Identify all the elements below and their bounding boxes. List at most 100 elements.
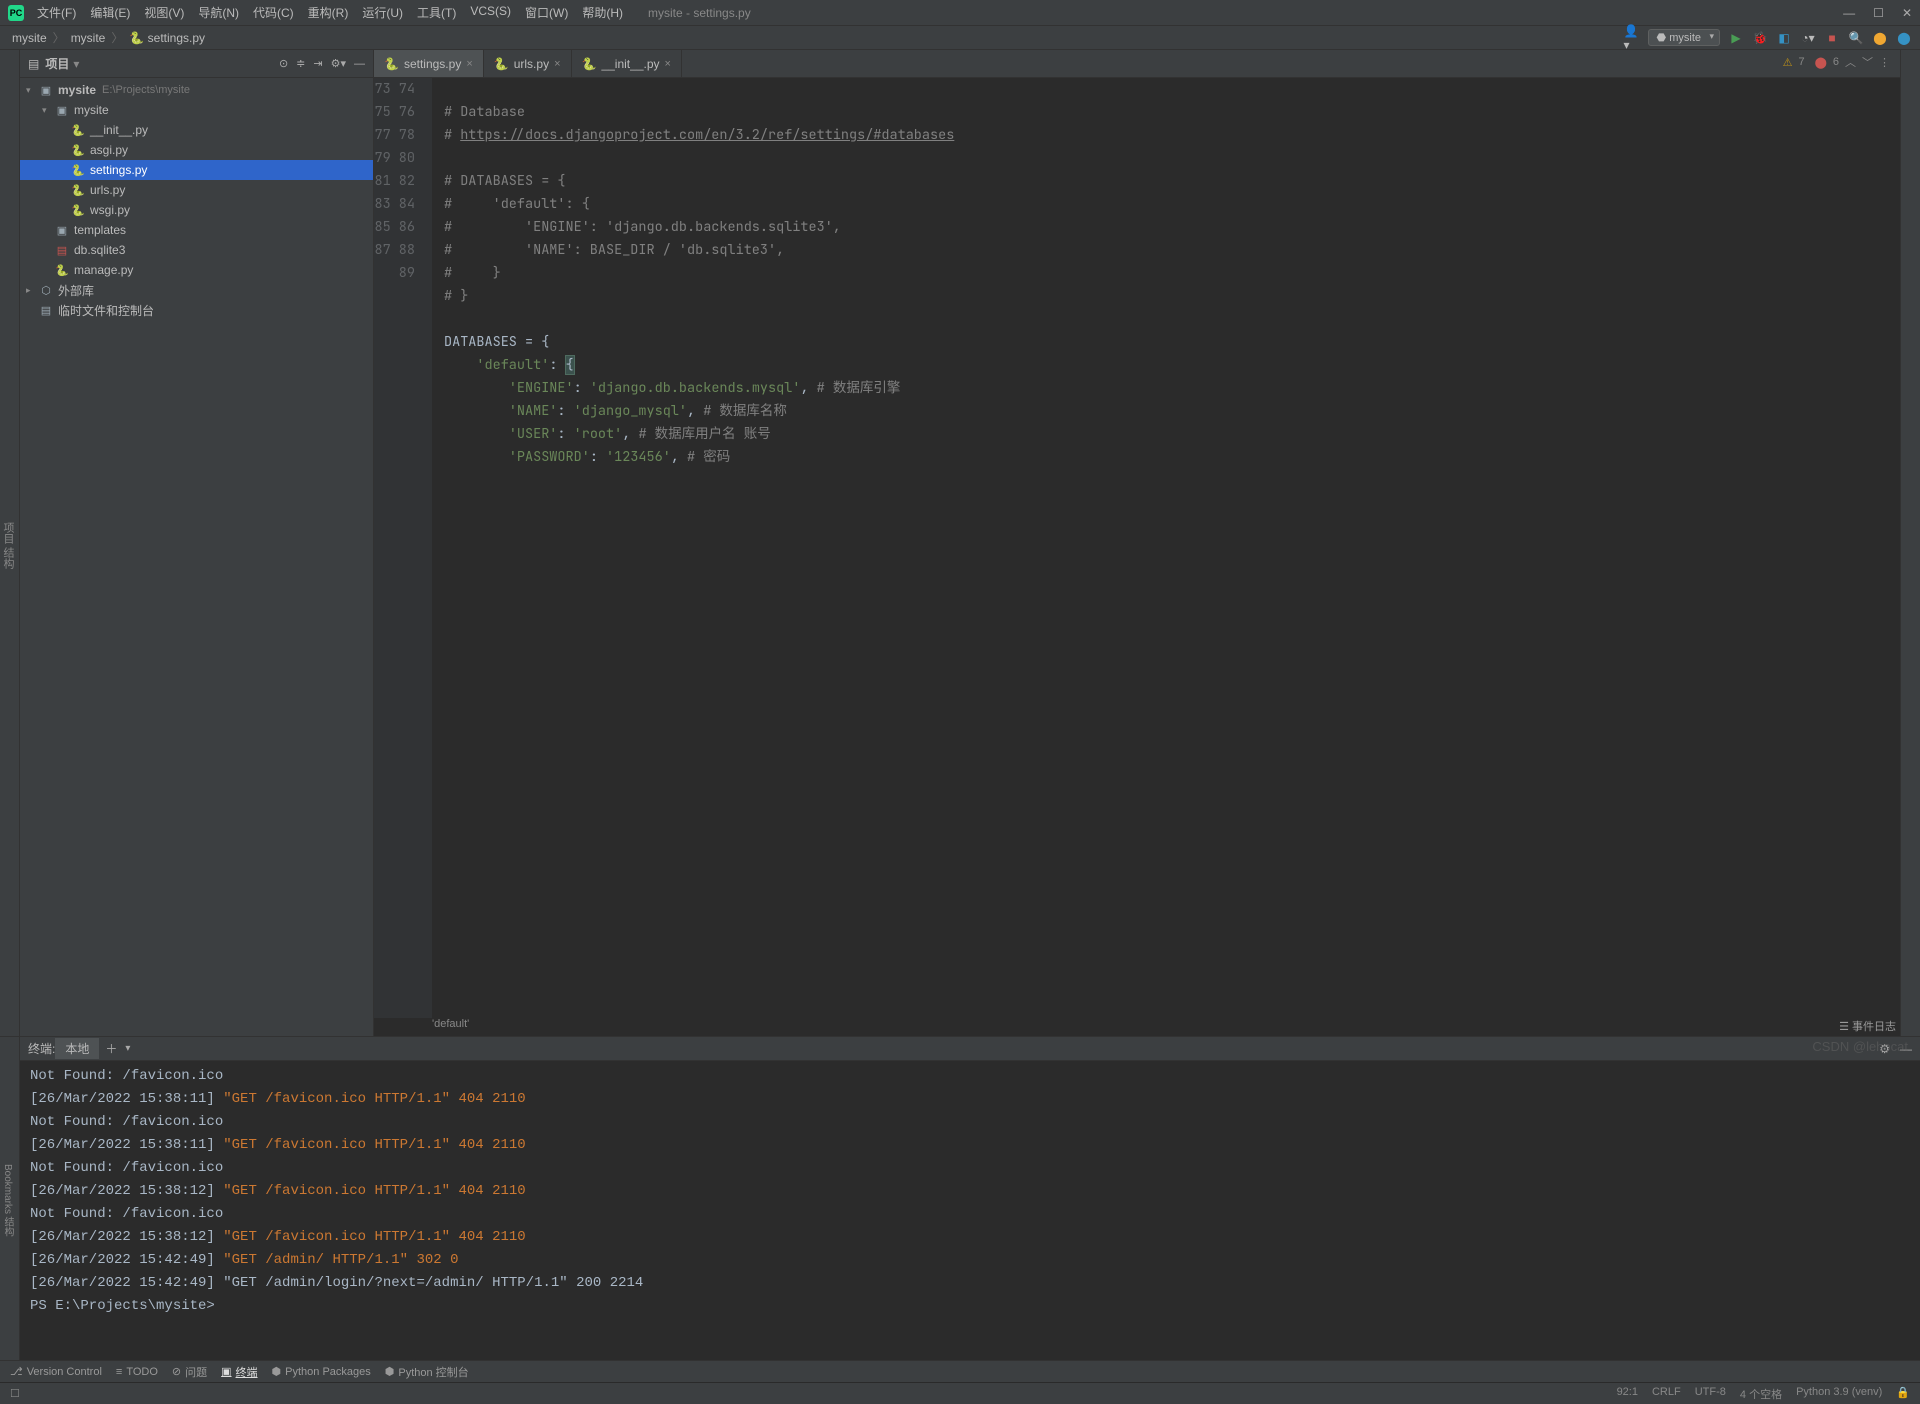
search-icon[interactable]: 🔍 xyxy=(1848,30,1864,46)
terminal-new-tab-icon[interactable]: ＋ xyxy=(105,1040,117,1057)
hide-icon[interactable]: — xyxy=(354,58,365,70)
tree-manage[interactable]: 🐍manage.py xyxy=(20,260,373,280)
menu-item[interactable]: 代码(C) xyxy=(248,2,299,23)
menu-item[interactable]: 编辑(E) xyxy=(85,2,135,23)
tool-icon: ≡ xyxy=(116,1366,122,1378)
breadcrumb-file[interactable]: 🐍 settings.py xyxy=(125,29,209,47)
expand-icon[interactable]: ≑ xyxy=(296,57,305,70)
gear-icon[interactable]: ⚙▾ xyxy=(331,57,346,70)
line-separator[interactable]: CRLF xyxy=(1652,1386,1681,1402)
main-menu: 文件(F)编辑(E)视图(V)导航(N)代码(C)重构(R)运行(U)工具(T)… xyxy=(32,2,628,23)
run-button[interactable]: ▶ xyxy=(1728,30,1744,46)
menu-item[interactable]: 文件(F) xyxy=(32,2,81,23)
bottom-tool-问题[interactable]: ⊘问题 xyxy=(172,1364,207,1380)
menu-item[interactable]: 视图(V) xyxy=(139,2,189,23)
collapse-icon[interactable]: ⇥ xyxy=(313,57,322,70)
tree-root[interactable]: ▾▣mysiteE:\Projects\mysite xyxy=(20,80,373,100)
debug-button[interactable]: 🐞 xyxy=(1752,30,1768,46)
tool-icon: ⊘ xyxy=(172,1365,181,1378)
coverage-button[interactable]: ◧ xyxy=(1776,30,1792,46)
tree-file-__init__.py[interactable]: 🐍__init__.py xyxy=(20,120,373,140)
file-encoding[interactable]: UTF-8 xyxy=(1695,1386,1726,1402)
editor-breadcrumb[interactable]: 'default' xyxy=(374,1018,1900,1036)
editor-tab[interactable]: 🐍settings.py× xyxy=(374,50,484,77)
editor-tab[interactable]: 🐍__init__.py× xyxy=(572,50,682,77)
run-config-select[interactable]: ⬣ mysite xyxy=(1648,29,1720,46)
profile-button[interactable]: ◔▾ xyxy=(1800,30,1816,46)
python-file-icon: 🐍 xyxy=(494,57,509,71)
window-close-icon[interactable]: ✕ xyxy=(1902,6,1912,20)
left-tool-stripe[interactable]: 项目 结构 xyxy=(0,50,20,1036)
tree-ext-lib[interactable]: ▸⬡外部库 xyxy=(20,280,373,300)
menu-item[interactable]: VCS(S) xyxy=(465,2,516,23)
project-tool-icon: ▤ xyxy=(28,57,39,71)
bottom-tool-Python 控制台[interactable]: ⬢Python 控制台 xyxy=(385,1364,469,1380)
window-title: mysite - settings.py xyxy=(648,6,751,20)
window-maximize-icon[interactable]: ☐ xyxy=(1873,6,1884,20)
inspection-widget[interactable]: ⚠7 ⬤6 ︿ ﹀ ⋮ xyxy=(1783,54,1890,70)
breadcrumb-sep: 〉 xyxy=(111,29,123,46)
breadcrumb-pkg[interactable]: mysite xyxy=(67,29,110,47)
locate-icon[interactable]: ⊙ xyxy=(279,57,288,70)
warning-icon: ⚠ xyxy=(1783,56,1793,69)
menu-item[interactable]: 运行(U) xyxy=(357,2,408,23)
terminal-settings-icon[interactable]: ⚙ xyxy=(1879,1042,1890,1056)
tree-file-asgi.py[interactable]: 🐍asgi.py xyxy=(20,140,373,160)
terminal-hide-icon[interactable]: — xyxy=(1900,1042,1912,1056)
close-icon[interactable]: × xyxy=(466,58,472,70)
python-file-icon: 🐍 xyxy=(582,57,597,71)
ide-settings-icon[interactable]: ⬤ xyxy=(1872,30,1888,46)
window-minimize-icon[interactable]: — xyxy=(1843,6,1855,20)
terminal-output[interactable]: Not Found: /favicon.ico [26/Mar/2022 15:… xyxy=(20,1061,1920,1360)
bottom-tool-Python Packages[interactable]: ⬢Python Packages xyxy=(272,1365,371,1378)
tool-icon: ⬢ xyxy=(385,1365,395,1378)
terminal-dropdown-icon[interactable]: ▾ xyxy=(125,1043,130,1054)
bottom-tool-Version Control[interactable]: ⎇Version Control xyxy=(10,1365,102,1378)
tree-file-wsgi.py[interactable]: 🐍wsgi.py xyxy=(20,200,373,220)
event-log-button[interactable]: ☰ 事件日志 xyxy=(1839,1018,1896,1034)
terminal-left-stripe[interactable]: Bookmarks 结构 xyxy=(0,1037,20,1360)
tree-templates[interactable]: ▣templates xyxy=(20,220,373,240)
chevron-up-icon[interactable]: ︿ xyxy=(1845,54,1856,70)
close-icon[interactable]: × xyxy=(554,58,560,70)
terminal-label: 终端: xyxy=(28,1040,55,1057)
bottom-tool-TODO[interactable]: ≡TODO xyxy=(116,1366,158,1378)
breadcrumb-root[interactable]: mysite xyxy=(8,29,51,47)
tool-icon: ▣ xyxy=(221,1365,231,1378)
right-tool-stripe[interactable] xyxy=(1900,50,1920,1036)
tree-pkg[interactable]: ▾▣mysite xyxy=(20,100,373,120)
statusbar-message-icon[interactable]: ☐ xyxy=(10,1387,20,1400)
tool-icon: ⬢ xyxy=(272,1365,282,1378)
menu-item[interactable]: 窗口(W) xyxy=(520,2,573,23)
menu-item[interactable]: 导航(N) xyxy=(193,2,244,23)
python-interpreter[interactable]: Python 3.9 (venv) xyxy=(1796,1386,1882,1402)
python-file-icon: 🐍 xyxy=(384,57,399,71)
close-icon[interactable]: × xyxy=(665,58,671,70)
status-bar: ☐ 92:1 CRLF UTF-8 4 个空格 Python 3.9 (venv… xyxy=(0,1382,1920,1404)
menu-item[interactable]: 帮助(H) xyxy=(577,2,628,23)
bottom-tool-终端[interactable]: ▣终端 xyxy=(221,1364,257,1380)
ide-help-icon[interactable]: ⬤ xyxy=(1896,30,1912,46)
editor-tabs: 🐍settings.py×🐍urls.py×🐍__init__.py× xyxy=(374,50,1900,78)
editor-tab[interactable]: 🐍urls.py× xyxy=(484,50,572,77)
tree-db[interactable]: ▤db.sqlite3 xyxy=(20,240,373,260)
indent-setting[interactable]: 4 个空格 xyxy=(1740,1386,1782,1402)
caret-position[interactable]: 92:1 xyxy=(1617,1386,1638,1402)
stop-button[interactable]: ■ xyxy=(1824,30,1840,46)
code-editor[interactable]: 73 74 75 76 77 78 79 80 81 82 83 84 85 8… xyxy=(374,78,1900,1018)
app-logo-icon: PC xyxy=(8,5,24,21)
user-icon[interactable]: 👤▾ xyxy=(1624,30,1640,46)
tree-file-settings.py[interactable]: 🐍settings.py xyxy=(20,160,373,180)
menu-item[interactable]: 重构(R) xyxy=(303,2,354,23)
tool-icon: ⎇ xyxy=(10,1365,23,1378)
bottom-toolbar: ⎇Version Control ≡TODO ⊘问题 ▣终端 ⬢Python Packa… xyxy=(0,1360,1920,1382)
statusbar-lock-icon[interactable]: 🔒 xyxy=(1896,1386,1910,1402)
terminal-tab-local[interactable]: 本地 xyxy=(55,1038,99,1059)
sidebar-title: 项目 xyxy=(45,55,69,72)
menu-item[interactable]: 工具(T) xyxy=(412,2,461,23)
chevron-down-icon[interactable]: ﹀ xyxy=(1862,54,1873,70)
more-icon[interactable]: ⋮ xyxy=(1879,56,1890,69)
tree-scratch[interactable]: ▤临时文件和控制台 xyxy=(20,300,373,320)
project-sidebar: ▤ 项目 ▾ ⊙ ≑ ⇥ ⚙▾ — ▾▣mysiteE:\Projects\my… xyxy=(20,50,374,1036)
tree-file-urls.py[interactable]: 🐍urls.py xyxy=(20,180,373,200)
